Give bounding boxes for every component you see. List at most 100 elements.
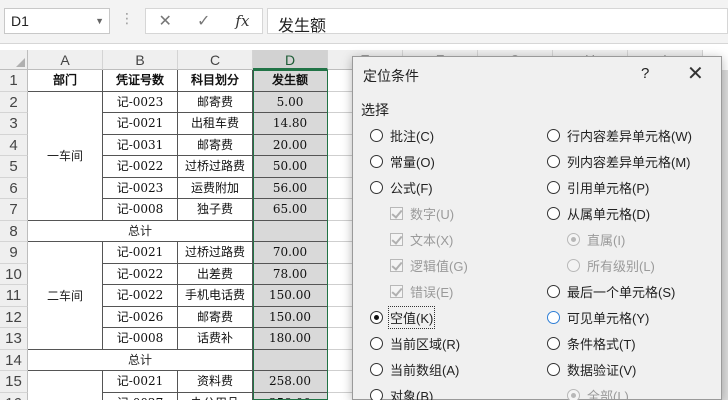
dept-cell-group3[interactable] — [28, 371, 103, 400]
voucher-cell[interactable]: 记-0027 — [103, 392, 178, 400]
row-header-14[interactable]: 14 — [0, 349, 28, 371]
table-header-cell[interactable]: 科目划分 — [178, 70, 253, 92]
dept-cell-group2[interactable]: 二车间 — [28, 242, 103, 350]
row-header-9[interactable]: 9 — [0, 242, 28, 264]
radio-icon[interactable] — [547, 310, 560, 324]
amount-cell[interactable]: 180.00 — [253, 328, 328, 350]
amount-cell[interactable]: 5.00 — [253, 91, 328, 113]
voucher-cell[interactable]: 记-0031 — [103, 134, 178, 156]
radio-icon[interactable] — [547, 128, 560, 142]
voucher-cell[interactable]: 记-0022 — [103, 285, 178, 307]
row-header-5[interactable]: 5 — [0, 156, 28, 178]
left-option-8[interactable]: 当前区域(R) — [370, 333, 460, 353]
voucher-cell[interactable]: 记-0021 — [103, 242, 178, 264]
subject-cell[interactable]: 邮寄费 — [178, 91, 253, 113]
cancel-icon[interactable]: ✕ — [159, 11, 172, 31]
subject-cell[interactable]: 手机电话费 — [178, 285, 253, 307]
amount-cell[interactable]: 20.00 — [253, 134, 328, 156]
right-option-9[interactable]: 数据验证(V) — [547, 359, 636, 379]
enter-icon[interactable]: ✓ — [197, 11, 210, 31]
voucher-cell[interactable]: 记-0008 — [103, 328, 178, 350]
radio-icon[interactable] — [547, 154, 560, 168]
total-row-label[interactable]: 总计 — [28, 220, 253, 242]
subject-cell[interactable]: 过桥过路费 — [178, 156, 253, 178]
amount-cell[interactable]: 150.00 — [253, 306, 328, 328]
subject-cell[interactable]: 资料费 — [178, 371, 253, 393]
table-header-cell[interactable]: 凭证号数 — [103, 70, 178, 92]
radio-icon[interactable] — [370, 180, 383, 194]
select-all-button[interactable] — [0, 50, 28, 70]
voucher-cell[interactable]: 记-0008 — [103, 199, 178, 221]
amount-cell[interactable]: 65.00 — [253, 199, 328, 221]
column-header-d[interactable]: D — [253, 50, 328, 70]
left-option-0[interactable]: 批注(C) — [370, 125, 434, 145]
table-header-cell[interactable]: 部门 — [28, 70, 103, 92]
voucher-cell[interactable]: 记-0023 — [103, 177, 178, 199]
radio-icon[interactable] — [547, 206, 560, 220]
radio-icon[interactable] — [547, 362, 560, 376]
voucher-cell[interactable]: 记-0022 — [103, 263, 178, 285]
subject-cell[interactable]: 邮寄费 — [178, 134, 253, 156]
row-header-10[interactable]: 10 — [0, 263, 28, 285]
left-option-2[interactable]: 公式(F) — [370, 177, 433, 197]
right-option-7[interactable]: 可见单元格(Y) — [547, 307, 649, 327]
subject-cell[interactable]: 过桥过路费 — [178, 242, 253, 264]
right-option-2[interactable]: 引用单元格(P) — [547, 177, 649, 197]
row-header-2[interactable]: 2 — [0, 91, 28, 113]
right-option-6[interactable]: 最后一个单元格(S) — [547, 281, 675, 301]
radio-icon[interactable] — [547, 336, 560, 350]
subject-cell[interactable]: 话费补 — [178, 328, 253, 350]
amount-cell[interactable]: 56.00 — [253, 177, 328, 199]
subject-cell[interactable]: 出租车费 — [178, 113, 253, 135]
drag-handle-icon[interactable]: ⋮ — [120, 10, 134, 27]
left-option-7[interactable]: 空值(K) — [370, 305, 436, 329]
subject-cell[interactable]: 运费附加 — [178, 177, 253, 199]
dept-cell-group1[interactable]: 一车间 — [28, 91, 103, 221]
amount-cell[interactable]: 14.80 — [253, 113, 328, 135]
row-header-4[interactable]: 4 — [0, 134, 28, 156]
subject-cell[interactable]: 独子费 — [178, 199, 253, 221]
voucher-cell[interactable]: 记-0021 — [103, 113, 178, 135]
amount-cell-blank[interactable] — [253, 220, 328, 242]
radio-icon[interactable] — [547, 180, 560, 194]
subject-cell[interactable]: 邮寄费 — [178, 306, 253, 328]
row-header-1[interactable]: 1 — [0, 70, 28, 92]
column-header-b[interactable]: B — [103, 50, 178, 70]
amount-cell[interactable]: 78.00 — [253, 263, 328, 285]
radio-icon[interactable] — [547, 284, 560, 298]
row-header-7[interactable]: 7 — [0, 199, 28, 221]
radio-icon[interactable] — [370, 388, 383, 400]
row-header-6[interactable]: 6 — [0, 177, 28, 199]
subject-cell[interactable]: 办公用品 — [178, 392, 253, 400]
radio-icon[interactable] — [370, 310, 383, 324]
column-header-a[interactable]: A — [28, 50, 103, 70]
left-option-1[interactable]: 常量(O) — [370, 151, 435, 171]
right-option-0[interactable]: 行内容差异单元格(W) — [547, 125, 692, 145]
voucher-cell[interactable]: 记-0022 — [103, 156, 178, 178]
row-header-15[interactable]: 15 — [0, 371, 28, 393]
row-header-12[interactable]: 12 — [0, 306, 28, 328]
insert-function-icon[interactable]: fx — [235, 12, 249, 30]
column-header-c[interactable]: C — [178, 50, 253, 70]
radio-icon[interactable] — [370, 154, 383, 168]
row-header-16[interactable]: 16 — [0, 392, 28, 400]
radio-icon[interactable] — [370, 128, 383, 142]
row-header-11[interactable]: 11 — [0, 285, 28, 307]
radio-icon[interactable] — [370, 336, 383, 350]
amount-cell[interactable]: 258.00 — [253, 371, 328, 393]
amount-cell[interactable]: 50.00 — [253, 156, 328, 178]
right-option-8[interactable]: 条件格式(T) — [547, 333, 636, 353]
voucher-cell[interactable]: 记-0026 — [103, 306, 178, 328]
subject-cell[interactable]: 出差费 — [178, 263, 253, 285]
row-header-3[interactable]: 3 — [0, 113, 28, 135]
voucher-cell[interactable]: 记-0021 — [103, 371, 178, 393]
amount-cell-blank[interactable] — [253, 349, 328, 371]
right-option-3[interactable]: 从属单元格(D) — [547, 203, 650, 223]
name-box[interactable]: D1 ▼ — [4, 8, 110, 34]
amount-cell[interactable]: 258.00 — [253, 392, 328, 400]
formula-input[interactable]: 发生额 — [267, 8, 728, 35]
right-option-1[interactable]: 列内容差异单元格(M) — [547, 151, 691, 171]
voucher-cell[interactable]: 记-0023 — [103, 91, 178, 113]
row-header-8[interactable]: 8 — [0, 220, 28, 242]
left-option-10[interactable]: 对象(B) — [370, 385, 433, 400]
